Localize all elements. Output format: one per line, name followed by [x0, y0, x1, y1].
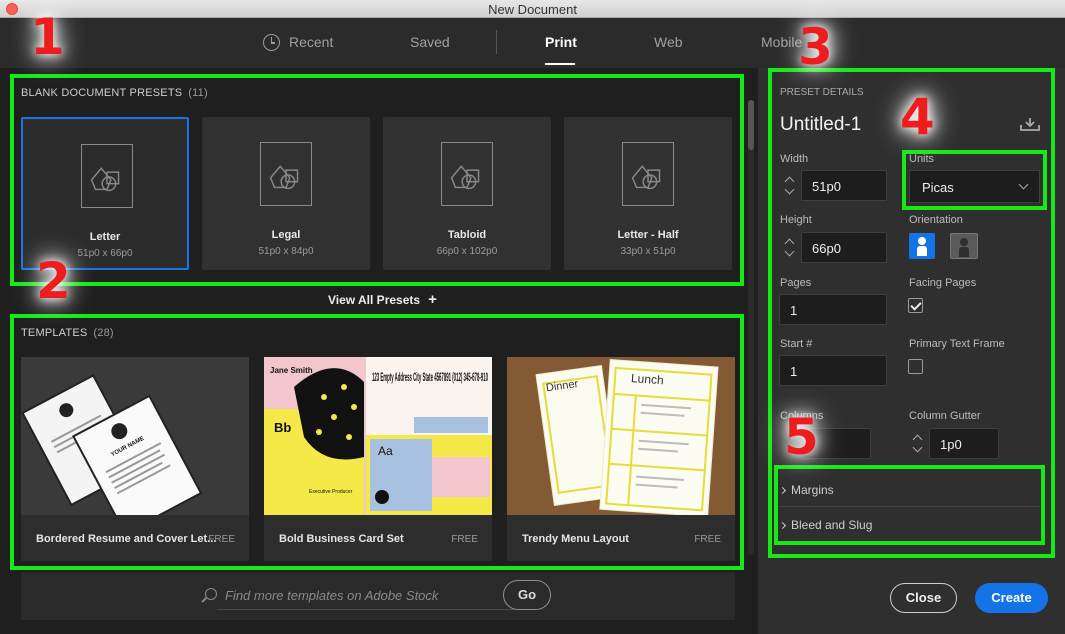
window-title: New Document	[488, 2, 577, 17]
title-bar: New Document	[0, 0, 1065, 18]
annotation-box-presets	[10, 74, 744, 286]
category-tabs: Recent Saved Print Web Mobile	[0, 18, 1065, 68]
annotation-number-3: 3	[798, 18, 833, 76]
tab-divider	[496, 30, 497, 54]
tab-saved[interactable]: Saved	[410, 34, 450, 50]
close-button[interactable]: Close	[890, 583, 957, 613]
tab-mobile[interactable]: Mobile	[761, 34, 802, 50]
active-tab-indicator	[545, 63, 575, 65]
annotation-number-4: 4	[900, 88, 935, 146]
stock-search-input[interactable]: Find more templates on Adobe Stock	[225, 588, 438, 603]
go-button[interactable]: Go	[503, 580, 551, 610]
annotation-box-templates	[10, 314, 744, 570]
annotation-number-5: 5	[784, 408, 819, 466]
tab-print[interactable]: Print	[545, 34, 577, 50]
annotation-box-units	[902, 150, 1047, 210]
plus-icon: +	[428, 291, 437, 308]
view-all-presets-link[interactable]: View All Presets +	[328, 291, 437, 308]
create-button[interactable]: Create	[975, 583, 1048, 613]
scrollbar-thumb[interactable]	[748, 100, 754, 150]
annotation-number-1: 1	[30, 8, 65, 66]
new-document-dialog: New Document Recent Saved Print Web Mobi…	[0, 0, 1065, 634]
annotation-box-margins	[774, 465, 1045, 545]
annotation-number-2: 2	[36, 252, 71, 310]
search-icon	[205, 588, 217, 600]
search-underline	[217, 609, 515, 610]
stock-search-bar: Find more templates on Adobe Stock Go	[21, 572, 735, 620]
templates-scrollbar[interactable]	[748, 100, 754, 555]
view-all-label: View All Presets	[328, 293, 421, 307]
clock-icon	[263, 34, 280, 51]
tab-web[interactable]: Web	[654, 34, 683, 50]
tab-recent[interactable]: Recent	[289, 34, 333, 50]
